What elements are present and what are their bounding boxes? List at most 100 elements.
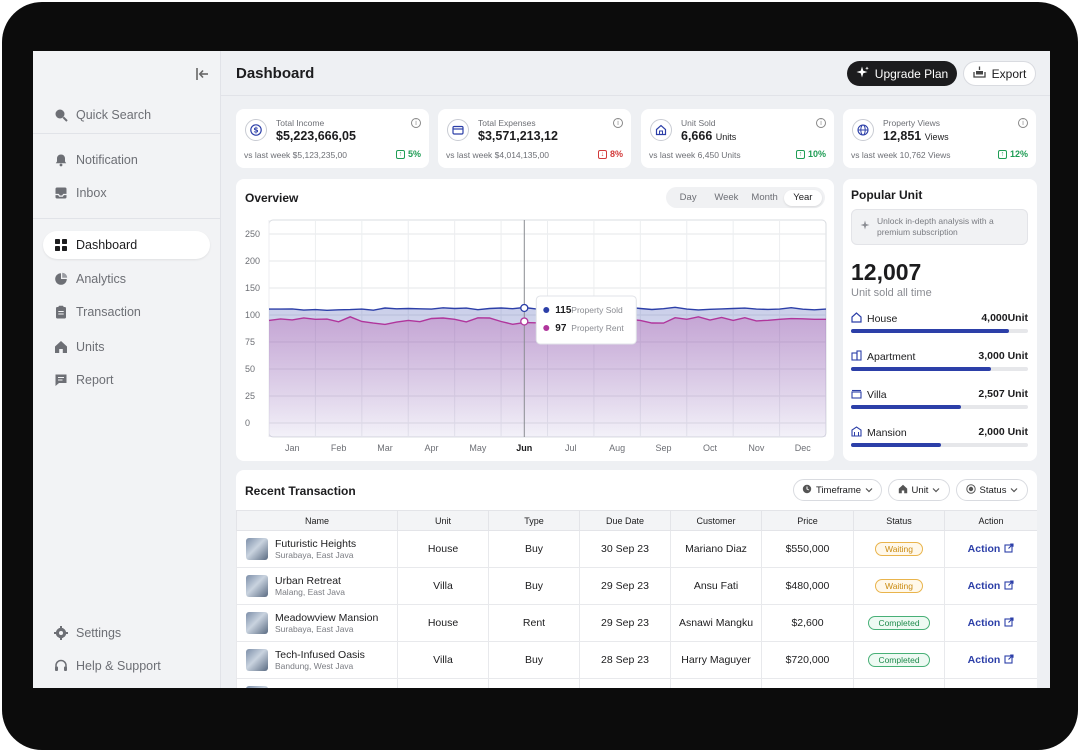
timeframe-switch: Day Week Month Year [666, 187, 825, 208]
unit-filter[interactable]: Unit [888, 479, 950, 501]
column-header[interactable]: Status [853, 510, 945, 531]
bell-icon [54, 153, 68, 167]
table-row[interactable]: Futuristic Heights Surabaya, East Java Hou… [236, 530, 1037, 568]
timeframe-week[interactable]: Week [707, 190, 745, 206]
column-header[interactable]: Name [236, 510, 398, 531]
column-header[interactable]: Due Date [579, 510, 671, 531]
stat-compare: vs last week 6,450 Units [649, 150, 741, 160]
customer-cell: Ansu Fati [670, 567, 762, 605]
sidebar-item-report[interactable]: Report [43, 366, 210, 394]
arrow-down-icon: ↓ [597, 149, 607, 159]
sidebar-item-quick-search[interactable]: Quick Search [43, 101, 210, 129]
sidebar-item-units[interactable]: Units [43, 333, 210, 361]
collapse-sidebar-icon[interactable] [193, 65, 211, 83]
action-link[interactable]: Action [968, 616, 1015, 630]
stat-compare: vs last week $5,123,235,00 [244, 150, 348, 160]
timeframe-day[interactable]: Day [669, 190, 707, 206]
house-icon [851, 312, 862, 326]
x-tick-label: Oct [703, 443, 718, 453]
due-date-cell: 29 Sep 23 [579, 604, 671, 642]
sidebar-divider [33, 133, 221, 134]
customer-cell: Mariano Diaz [670, 530, 762, 568]
property-thumbnail [246, 649, 268, 671]
premium-promo[interactable]: Unlock in-depth analysis with a premium … [851, 209, 1028, 245]
sidebar-item-transaction[interactable]: Transaction [43, 298, 210, 326]
sidebar-item-label: Quick Search [76, 108, 152, 122]
sidebar-item-label: Help & Support [76, 659, 161, 673]
property-cell: Futuristic Heights Surabaya, East Java [236, 530, 398, 568]
sidebar-item-help-support[interactable]: Help & Support [43, 652, 210, 680]
unit-progress-fill [851, 405, 961, 409]
status-cell: Completed [853, 604, 945, 642]
building-icon [851, 350, 862, 364]
action-link[interactable]: Action [968, 653, 1015, 667]
timeframe-month[interactable]: Month [746, 190, 784, 206]
unit-progress-fill [851, 367, 991, 371]
table-row[interactable]: Urban Retreat Malang, East Java Villa Buy 29… [236, 567, 1037, 605]
x-tick-label: Apr [424, 443, 438, 453]
property-location: Surabaya, East Java [275, 624, 354, 634]
unit-count: 2,000 Unit [978, 426, 1028, 438]
table-row[interactable]: Tech-Infused Oasis Bandung, West Java Vill… [236, 641, 1037, 679]
external-link-icon [1004, 579, 1014, 593]
stat-label: Property Views [883, 118, 941, 128]
sidebar-item-dashboard[interactable]: Dashboard [43, 231, 210, 259]
unit-count: 3,000 Unit [978, 350, 1028, 362]
unit-progress-fill [851, 443, 942, 447]
sidebar-item-inbox[interactable]: Inbox [43, 179, 210, 207]
y-tick-label: 50 [245, 364, 255, 374]
filter-label: Unit [911, 484, 929, 496]
customer-cell: Asnawi Mangku [670, 604, 762, 642]
column-header[interactable]: Type [488, 510, 580, 531]
clipboard-icon [54, 305, 68, 319]
data-point-property-rent[interactable] [520, 317, 529, 326]
upgrade-plan-button[interactable]: Upgrade Plan [847, 61, 957, 86]
timeframe-year[interactable]: Year [783, 189, 822, 206]
stat-change: ↑ 12% [997, 149, 1028, 159]
sidebar-divider [33, 218, 221, 219]
globe-icon [852, 119, 874, 141]
info-icon[interactable]: i [411, 118, 421, 128]
stat-card-property-views: Property Views 12,851 Views i vs last we… [843, 109, 1036, 168]
stat-compare: vs last week 10,762 Views [851, 150, 951, 160]
info-icon[interactable]: i [816, 118, 826, 128]
action-cell: Action [944, 530, 1037, 568]
stat-value: 6,666 Units [681, 129, 737, 143]
pie-chart-icon [54, 272, 68, 286]
unit-cell: Villa [397, 641, 489, 679]
data-point-property-sold[interactable] [520, 303, 529, 313]
mansion-icon [851, 426, 862, 440]
status-badge: Waiting [874, 542, 924, 556]
action-link[interactable]: Action [968, 542, 1015, 556]
column-header[interactable]: Action [944, 510, 1037, 531]
column-header[interactable]: Customer [670, 510, 762, 531]
tooltip-text: 97 [555, 323, 567, 334]
column-header[interactable]: Unit [397, 510, 489, 531]
property-thumbnail [246, 686, 268, 688]
action-link[interactable]: Action [968, 579, 1015, 593]
sidebar: Quick Search Notification Inbox Dashboar… [33, 51, 221, 688]
unit-progress-track [851, 367, 1028, 371]
info-icon[interactable]: i [613, 118, 623, 128]
export-button[interactable]: Export [963, 61, 1036, 86]
info-icon[interactable]: i [1018, 118, 1028, 128]
column-header[interactable]: Price [761, 510, 854, 531]
unit-progress-track [851, 329, 1028, 333]
action-cell: Action [944, 641, 1037, 679]
status-badge: Completed [868, 653, 930, 667]
chevron-down-icon [1010, 485, 1018, 496]
sidebar-item-settings[interactable]: Settings [43, 619, 210, 647]
unit-count: 4,000Unit [981, 312, 1028, 324]
transactions-table: Name Unit Type Due Date Customer Price S… [236, 510, 1037, 688]
sidebar-item-notification[interactable]: Notification [43, 146, 210, 174]
unit-cell: Villa [397, 567, 489, 605]
x-tick-label: Nov [748, 443, 765, 453]
chevron-down-icon [865, 485, 873, 496]
status-filter[interactable]: Status [956, 479, 1028, 501]
table-row[interactable]: Meadowview Mansion Surabaya, East Java Hou… [236, 604, 1037, 642]
timeframe-filter[interactable]: Timeframe [793, 479, 882, 501]
status-badge: Waiting [874, 579, 924, 593]
device-frame: Quick Search Notification Inbox Dashboar… [0, 0, 1080, 752]
sidebar-item-analytics[interactable]: Analytics [43, 265, 210, 293]
chevron-down-icon [932, 485, 940, 496]
